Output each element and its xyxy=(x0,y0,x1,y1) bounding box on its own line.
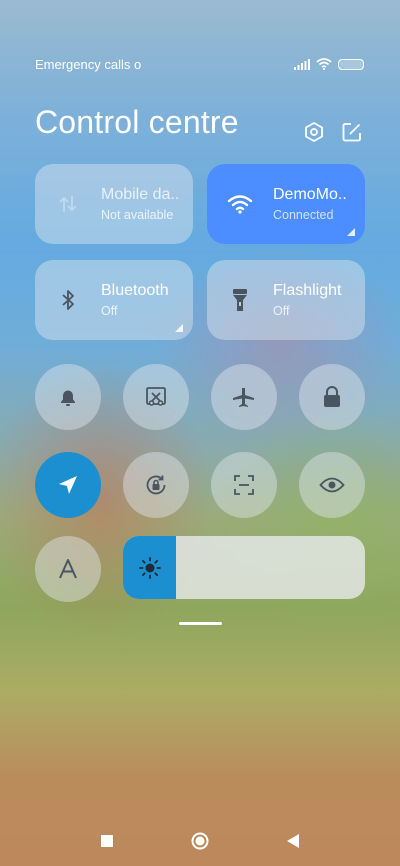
bell-icon xyxy=(61,390,75,406)
wifi-status-icon xyxy=(316,58,332,70)
font-size-icon xyxy=(59,559,77,579)
expand-corner-icon xyxy=(347,228,355,236)
tile-wifi[interactable]: DemoMo.. Connected xyxy=(207,164,365,244)
lock-icon xyxy=(324,386,340,407)
screenshot-toggle[interactable] xyxy=(123,364,189,430)
screenshot-icon xyxy=(146,387,166,406)
status-icons xyxy=(294,58,364,70)
reading-mode-toggle[interactable] xyxy=(299,452,365,518)
tile-wifi-status: Connected xyxy=(273,208,334,222)
scanner-icon xyxy=(234,475,254,495)
back-icon[interactable] xyxy=(282,830,304,852)
signal-icon xyxy=(294,58,310,70)
sun-icon xyxy=(138,556,161,579)
location-toggle[interactable] xyxy=(35,452,101,518)
home-icon[interactable] xyxy=(189,830,211,852)
bell-toggle[interactable] xyxy=(35,364,101,430)
recents-icon[interactable] xyxy=(96,830,118,852)
scanner-toggle[interactable] xyxy=(211,452,277,518)
tile-bluetooth[interactable]: Bluetooth Off xyxy=(35,260,193,340)
eye-icon xyxy=(319,477,345,493)
flashlight-icon xyxy=(207,288,273,312)
tile-flashlight-label: Flashlight xyxy=(273,282,342,299)
battery-icon xyxy=(338,58,364,70)
tile-flashlight[interactable]: Flashlight Off xyxy=(207,260,365,340)
tile-mobile-data-label: Mobile da.. xyxy=(101,186,180,203)
rotation-lock-icon xyxy=(146,475,166,495)
tile-wifi-label: DemoMo.. xyxy=(273,186,347,203)
airplane-toggle[interactable] xyxy=(211,364,277,430)
tile-mobile-data-status: Not available xyxy=(101,208,174,222)
expand-corner-icon xyxy=(175,324,183,332)
navigation-bar xyxy=(0,826,400,856)
tile-mobile-data[interactable]: Mobile da.. Not available xyxy=(35,164,193,244)
drag-handle[interactable] xyxy=(179,622,222,625)
carrier-text: Emergency calls o xyxy=(35,56,142,72)
font-size-toggle[interactable] xyxy=(35,536,101,602)
location-icon xyxy=(59,476,77,494)
brightness-fill xyxy=(123,536,177,599)
brightness-slider[interactable] xyxy=(123,536,365,599)
page-title: Control centre xyxy=(35,104,239,140)
edit-icon[interactable] xyxy=(339,119,365,145)
bluetooth-icon xyxy=(35,289,101,311)
settings-icon[interactable] xyxy=(301,119,327,145)
airplane-icon xyxy=(233,388,254,407)
mobile-data-icon xyxy=(35,193,101,215)
tile-bluetooth-label: Bluetooth xyxy=(101,282,169,299)
lock-toggle[interactable] xyxy=(299,364,365,430)
rotation-lock-toggle[interactable] xyxy=(123,452,189,518)
wifi-icon xyxy=(207,194,273,214)
tile-bluetooth-status: Off xyxy=(101,304,118,318)
status-bar: Emergency calls o xyxy=(35,55,364,73)
tile-flashlight-status: Off xyxy=(273,304,290,318)
